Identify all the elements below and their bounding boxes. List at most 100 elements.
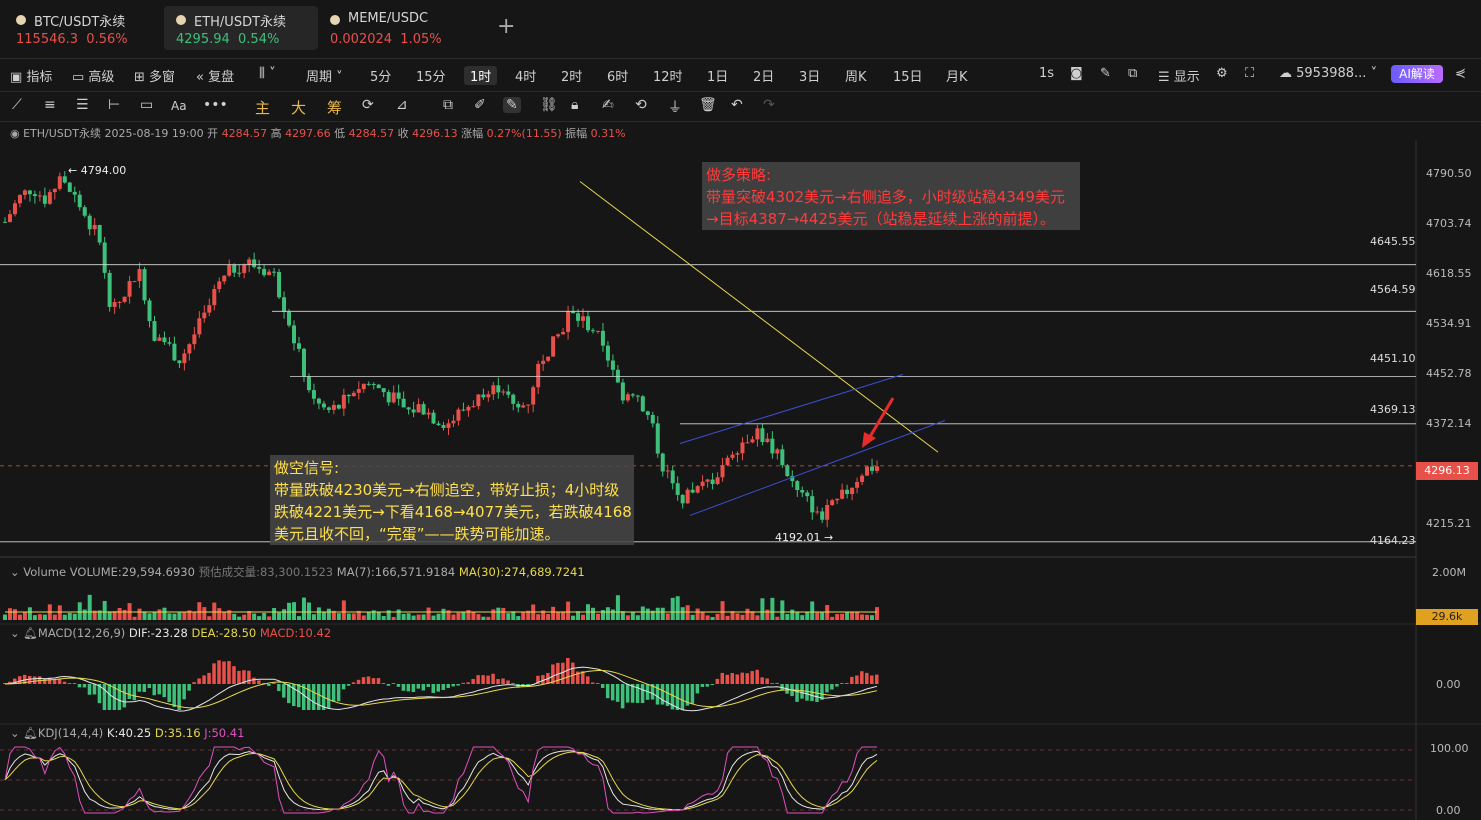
volume-bar bbox=[3, 614, 7, 620]
tab-eth[interactable]: ETH/USDT永续 4295.94 0.54% bbox=[164, 6, 318, 50]
replay-button[interactable]: « 复盘 bbox=[196, 66, 234, 85]
interval-month[interactable]: 月K bbox=[946, 66, 968, 85]
candle-body bbox=[541, 360, 546, 364]
candle-body bbox=[142, 269, 147, 301]
macd-bar bbox=[197, 678, 201, 684]
interval-4h[interactable]: 4时 bbox=[515, 66, 536, 85]
ray-tool-icon[interactable]: ⊢ bbox=[108, 97, 120, 113]
big-order-tool[interactable]: 大 bbox=[291, 97, 306, 118]
note-icon[interactable]: ✍ bbox=[602, 97, 614, 113]
candle-body bbox=[615, 369, 620, 383]
candlestick-chart[interactable] bbox=[0, 140, 1481, 820]
chip-tool[interactable]: 筹 bbox=[327, 97, 342, 118]
volume-bar bbox=[785, 614, 790, 620]
rect-tool-icon[interactable]: ▭ bbox=[140, 97, 153, 113]
volume-bar bbox=[850, 612, 855, 620]
macd-bar bbox=[371, 678, 376, 684]
candle-body bbox=[42, 195, 47, 204]
hline-tool-icon[interactable]: ≡ bbox=[44, 97, 56, 113]
interval-15d[interactable]: 15日 bbox=[893, 66, 923, 85]
kdj-d-line bbox=[4, 751, 878, 811]
tab-btc[interactable]: BTC/USDT永续 115546.3 0.56% bbox=[4, 6, 154, 50]
settings-gear-icon[interactable]: ⚙ bbox=[1216, 66, 1228, 81]
fullscreen-icon[interactable]: ⛶ bbox=[1245, 66, 1254, 81]
interval-week[interactable]: 周K bbox=[845, 66, 867, 85]
camera-icon[interactable]: ◙ bbox=[1070, 66, 1083, 81]
period-dropdown[interactable]: 周期 ˅ bbox=[306, 66, 343, 85]
interval-3d[interactable]: 3日 bbox=[799, 66, 820, 85]
macd-bar bbox=[605, 684, 610, 699]
tab-meme[interactable]: MEME/USDC 0.002024 1.05% bbox=[318, 6, 478, 50]
macd-bar bbox=[162, 684, 166, 698]
btc-coin-icon bbox=[16, 15, 26, 25]
magnet-icon[interactable]: ⟳ bbox=[362, 97, 374, 113]
short-signal-note[interactable]: 做空信号: 带量跌破4230美元→右侧追空，带好止损；4小时级 跌破4221美元… bbox=[270, 455, 634, 545]
candle-body bbox=[172, 343, 177, 361]
volume-bar bbox=[102, 600, 107, 620]
redo-icon[interactable]: ↷ bbox=[763, 97, 775, 113]
interval-1h[interactable]: 1时 bbox=[464, 66, 498, 85]
ai-interpret-button[interactable]: AI解读 bbox=[1391, 65, 1443, 83]
long-strategy-note[interactable]: 做多策略: 带量突破4302美元→右侧追多，小时级站稳4349美元 →目标438… bbox=[702, 162, 1080, 230]
volume-bar bbox=[516, 616, 521, 620]
undo-icon[interactable]: ↶ bbox=[731, 97, 743, 113]
display-button[interactable]: ☰ 显示 bbox=[1158, 66, 1200, 85]
interval-2d[interactable]: 2日 bbox=[753, 66, 774, 85]
brush-icon[interactable]: ✎ bbox=[503, 97, 521, 113]
more-tools-icon[interactable]: ••• bbox=[203, 97, 228, 113]
volume-bar bbox=[67, 612, 72, 620]
multi-window-button[interactable]: ⊞ 多窗 bbox=[134, 66, 175, 85]
share-icon[interactable]: ⋞ bbox=[1455, 66, 1466, 81]
advanced-button[interactable]: ▭ 高级 bbox=[72, 66, 114, 85]
trash-icon[interactable]: 🗑︎ bbox=[699, 97, 717, 113]
copy-icon[interactable]: ⧉ bbox=[443, 97, 453, 113]
candle-body bbox=[102, 242, 107, 273]
indicators-button[interactable]: ▣ 指标 bbox=[10, 66, 52, 85]
text-tool-icon[interactable]: Aa bbox=[171, 99, 187, 113]
macd-bar bbox=[765, 678, 769, 684]
volume-bar bbox=[237, 616, 242, 620]
macd-bar bbox=[471, 678, 475, 684]
interval-6h[interactable]: 6时 bbox=[607, 66, 628, 85]
volume-bar bbox=[12, 609, 17, 620]
eye-icon[interactable]: ◉ bbox=[10, 127, 20, 140]
measure-icon[interactable]: ⊿ bbox=[396, 97, 408, 113]
parallel-tool-icon[interactable]: ☰ bbox=[76, 97, 89, 113]
interval-2h[interactable]: 2时 bbox=[561, 66, 582, 85]
volume-bar bbox=[267, 616, 272, 620]
volume-bar bbox=[257, 616, 262, 620]
seconds-button[interactable]: 1s bbox=[1039, 66, 1054, 81]
candle-body bbox=[22, 190, 27, 195]
chain-icon[interactable]: ⛓ bbox=[540, 97, 558, 113]
candle-body bbox=[830, 500, 835, 506]
chevron-down-icon[interactable]: ⌄ bbox=[10, 565, 20, 579]
bell-icon[interactable]: 🔔︎ bbox=[23, 726, 38, 740]
account-dropdown[interactable]: ☁ 5953988... ˅ bbox=[1279, 66, 1377, 81]
filter-icon[interactable]: ⏚ bbox=[668, 97, 682, 117]
volume-bar bbox=[491, 609, 496, 620]
edit-icon[interactable]: ✎ bbox=[1100, 66, 1111, 81]
macd-bar bbox=[775, 682, 779, 684]
trendline-tool-icon[interactable]: ⟋ bbox=[12, 97, 22, 113]
volume-bar bbox=[665, 613, 670, 620]
layout-icon[interactable]: ⧉ bbox=[1128, 66, 1137, 81]
bell-icon[interactable]: 🔔︎ bbox=[23, 626, 38, 640]
interval-5m[interactable]: 5分 bbox=[370, 66, 391, 85]
volume-bar bbox=[222, 612, 227, 620]
chart-type-icon[interactable]: ⫼ ˅ bbox=[259, 66, 276, 81]
macd-bar bbox=[202, 675, 206, 684]
chevron-down-icon[interactable]: ⌄ bbox=[10, 726, 20, 740]
chevron-down-icon[interactable]: ⌄ bbox=[10, 626, 20, 640]
candle-body bbox=[531, 387, 536, 405]
interval-12h[interactable]: 12时 bbox=[653, 66, 683, 85]
main-force-tool[interactable]: 主 bbox=[255, 97, 270, 118]
volume-bar bbox=[142, 611, 147, 620]
add-tab-icon[interactable]: + bbox=[497, 14, 515, 39]
interval-1d[interactable]: 1日 bbox=[707, 66, 728, 85]
macd-bar bbox=[167, 684, 171, 703]
interval-15m[interactable]: 15分 bbox=[416, 66, 446, 85]
rotate-icon[interactable]: ⟲ bbox=[635, 97, 647, 113]
pencil-icon[interactable]: ✐ bbox=[474, 97, 486, 113]
lock-icon[interactable]: 🔒︎ bbox=[571, 97, 578, 113]
volume-bar bbox=[605, 607, 610, 620]
